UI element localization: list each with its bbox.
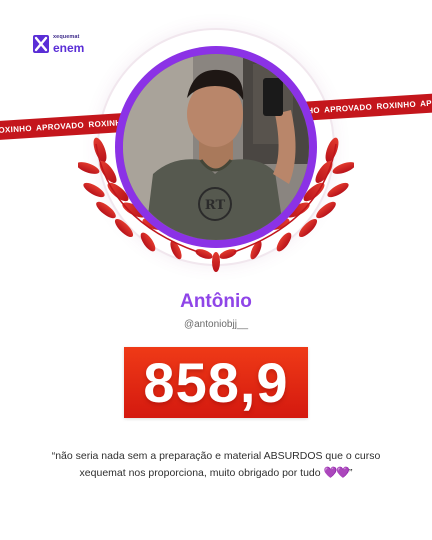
student-photo: RT [123, 54, 309, 240]
svg-text:RT: RT [205, 198, 226, 213]
score-value: 858,9 [143, 350, 289, 414]
student-handle: @antoniobjj__ [183, 319, 249, 330]
xequemat-logo-icon [33, 35, 49, 54]
purple-hearts-icon: 💜💜 [323, 467, 350, 479]
score-badge: 858,9 [124, 347, 308, 418]
testimonial-quote: “não seria nada sem a preparação e mater… [36, 448, 396, 482]
student-name: Antônio [180, 291, 252, 312]
testimonial-closing-quote: ” [348, 467, 353, 479]
brand-logo: xequemat enem [33, 34, 85, 55]
brand-bottom-text: enem [53, 40, 85, 55]
brand-top-text: xequemat [53, 34, 80, 40]
